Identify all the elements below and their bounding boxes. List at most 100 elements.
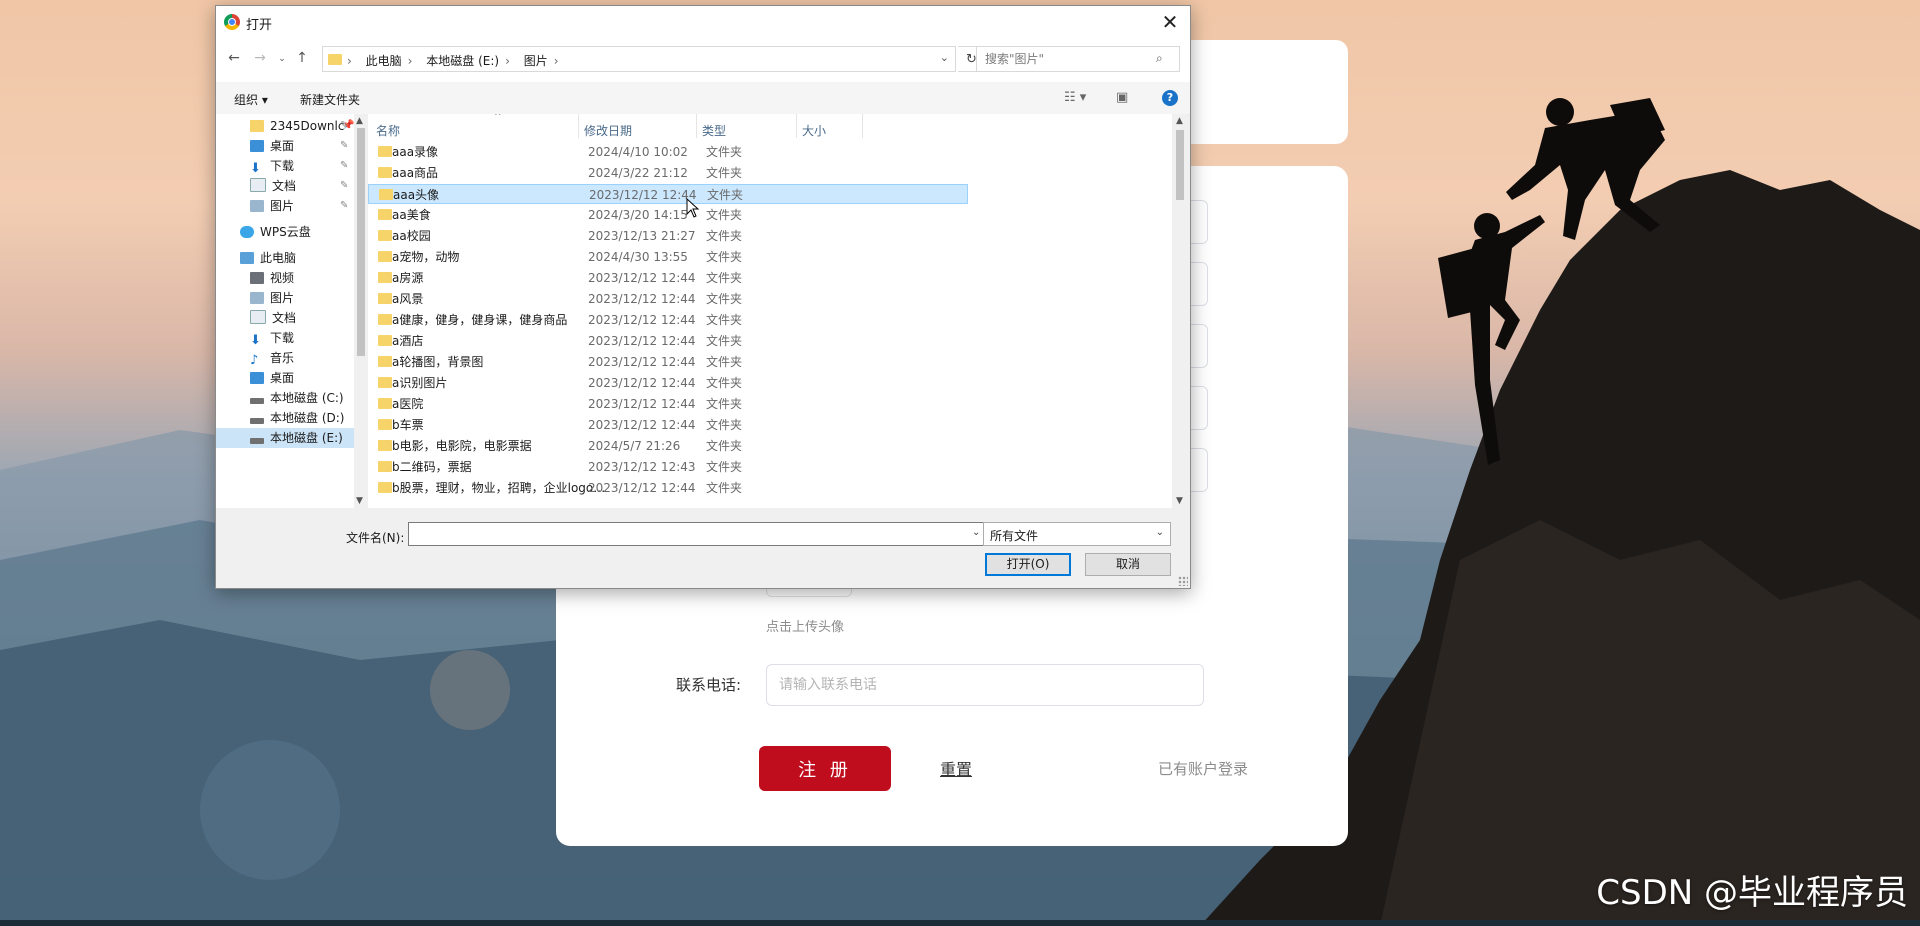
nav-item[interactable]: 图片 bbox=[250, 288, 294, 308]
nav-item[interactable]: 本地磁盘 (C:) bbox=[250, 388, 344, 408]
column-header-type[interactable]: 类型 bbox=[702, 122, 726, 139]
file-row[interactable]: aaa商品 2024/3/22 21:12 文件夹 bbox=[368, 163, 968, 183]
column-divider[interactable] bbox=[578, 114, 579, 138]
login-link[interactable]: 已有账户登录 bbox=[1158, 758, 1248, 779]
nav-item-label: 图片 bbox=[270, 199, 295, 213]
breadcrumb-item[interactable]: 本地磁盘 (E:) bbox=[426, 54, 499, 68]
nav-item-label: 此电脑 bbox=[260, 251, 297, 265]
scroll-down-icon[interactable]: ▼ bbox=[1176, 496, 1183, 506]
file-row[interactable]: a医院 2023/12/12 12:44 文件夹 bbox=[368, 394, 968, 414]
cancel-button[interactable]: 取消 bbox=[1085, 553, 1171, 576]
chevron-down-icon[interactable]: ⌄ bbox=[972, 527, 980, 538]
register-button[interactable]: 注 册 bbox=[759, 746, 891, 791]
file-name: aaa头像 bbox=[393, 188, 440, 202]
file-type: 文件夹 bbox=[706, 166, 743, 180]
file-row[interactable]: aaa录像 2024/4/10 10:02 文件夹 bbox=[368, 142, 968, 162]
search-input[interactable] bbox=[976, 46, 1180, 72]
file-row[interactable]: a宠物，动物 2024/4/30 13:55 文件夹 bbox=[368, 247, 968, 267]
nav-item[interactable]: 本地磁盘 (E:) bbox=[216, 428, 354, 448]
scrollbar-thumb[interactable] bbox=[1176, 130, 1184, 200]
nav-item[interactable]: ⬇ 下载 bbox=[250, 328, 294, 348]
file-row[interactable]: b股票，理财，物业，招聘，企业logo，... 2023/12/12 12:44 文… bbox=[368, 478, 968, 498]
filename-input[interactable] bbox=[408, 522, 986, 546]
nav-item[interactable]: ⬇ 下载 bbox=[250, 156, 294, 176]
chevron-down-icon[interactable]: ⌄ bbox=[940, 51, 949, 64]
up-icon[interactable]: ↑ bbox=[292, 50, 312, 66]
scroll-up-icon[interactable]: ▲ bbox=[1176, 116, 1183, 126]
new-folder-button[interactable]: 新建文件夹 bbox=[300, 91, 360, 108]
folder-icon bbox=[378, 356, 392, 367]
column-header-date[interactable]: 修改日期 bbox=[584, 122, 632, 139]
nav-item-label: 本地磁盘 (E:) bbox=[270, 431, 343, 445]
open-button[interactable]: 打开(O) bbox=[985, 553, 1071, 576]
column-header-size[interactable]: 大小 bbox=[802, 122, 826, 139]
column-header-name[interactable]: 名称 bbox=[376, 122, 400, 139]
pin-icon: ✎ bbox=[340, 180, 349, 191]
file-row[interactable]: aaa头像 2023/12/12 12:44 文件夹 bbox=[368, 184, 968, 204]
nav-item[interactable]: 图片 bbox=[250, 196, 294, 216]
file-type-select[interactable]: 所有文件 ⌄ bbox=[983, 522, 1171, 546]
nav-item[interactable]: 文档 bbox=[250, 308, 296, 328]
nav-item[interactable]: 文档 bbox=[250, 176, 296, 196]
recent-locations-icon[interactable]: ⌄ bbox=[272, 54, 292, 64]
nav-item[interactable]: 桌面 bbox=[250, 368, 294, 388]
folder-icon bbox=[378, 419, 392, 430]
organize-menu[interactable]: 组织 ▾ bbox=[234, 91, 268, 108]
nav-item-label: 下载 bbox=[270, 159, 295, 173]
breadcrumb-item[interactable]: 此电脑 bbox=[366, 54, 402, 68]
download-icon: ⬇ bbox=[250, 161, 261, 176]
folder-icon bbox=[379, 189, 393, 200]
file-row[interactable]: a风景 2023/12/12 12:44 文件夹 bbox=[368, 289, 968, 309]
nav-item[interactable]: WPS云盘 bbox=[240, 222, 311, 242]
dialog-footer: 文件名(N): ⌄ 所有文件 ⌄ 打开(O) 取消 bbox=[216, 508, 1190, 588]
nav-item[interactable]: 桌面 bbox=[250, 136, 294, 156]
file-date: 2023/12/12 12:43 bbox=[588, 460, 696, 474]
address-bar[interactable]: › 此电脑 › 本地磁盘 (E:) › 图片 › ⌄ bbox=[322, 46, 956, 72]
resize-grip-icon[interactable] bbox=[1178, 576, 1188, 586]
file-list-scrollbar[interactable]: ▲ ▼ bbox=[1172, 114, 1188, 508]
preview-pane-icon[interactable]: ▣ bbox=[1116, 90, 1128, 105]
scroll-down-icon[interactable]: ▼ bbox=[356, 496, 363, 506]
nav-item-label: 视频 bbox=[270, 271, 295, 285]
breadcrumb-item[interactable]: 图片 bbox=[524, 54, 548, 68]
file-row[interactable]: b电影，电影院，电影票据 2024/5/7 21:26 文件夹 bbox=[368, 436, 968, 456]
nav-scrollbar[interactable]: ▲ ▼ bbox=[354, 114, 368, 508]
file-row[interactable]: a健康，健身，健身课，健身商品 2023/12/12 12:44 文件夹 bbox=[368, 310, 968, 330]
forward-icon[interactable]: → bbox=[250, 50, 270, 66]
nav-item[interactable]: 此电脑 bbox=[240, 248, 296, 268]
nav-item[interactable]: 本地磁盘 (D:) bbox=[250, 408, 344, 428]
column-divider[interactable] bbox=[862, 114, 863, 138]
watermark: CSDN @毕业程序员 bbox=[1596, 873, 1908, 913]
scrollbar-thumb[interactable] bbox=[357, 128, 365, 356]
cloud-icon bbox=[240, 226, 254, 238]
file-row[interactable]: aa校园 2023/12/13 21:27 文件夹 bbox=[368, 226, 968, 246]
file-row[interactable]: b车票 2023/12/12 12:44 文件夹 bbox=[368, 415, 968, 435]
close-button[interactable]: ✕ bbox=[1150, 6, 1190, 38]
column-divider[interactable] bbox=[796, 114, 797, 138]
upload-avatar-hint[interactable]: 点击上传头像 bbox=[766, 616, 844, 635]
picture-icon bbox=[250, 292, 264, 304]
file-date: 2023/12/12 12:44 bbox=[588, 292, 696, 306]
scroll-up-icon[interactable]: ▲ bbox=[356, 116, 363, 126]
reset-link[interactable]: 重置 bbox=[940, 756, 972, 780]
help-icon[interactable]: ? bbox=[1162, 90, 1178, 106]
file-row[interactable]: a轮播图，背景图 2023/12/12 12:44 文件夹 bbox=[368, 352, 968, 372]
music-icon: ♪ bbox=[250, 353, 259, 368]
file-row[interactable]: a识别图片 2023/12/12 12:44 文件夹 bbox=[368, 373, 968, 393]
file-date: 2024/4/10 10:02 bbox=[588, 145, 688, 159]
column-divider[interactable] bbox=[696, 114, 697, 138]
search-icon[interactable]: ⌕ bbox=[1156, 51, 1163, 66]
view-options-icon[interactable]: ☷ ▾ bbox=[1064, 90, 1086, 105]
file-row[interactable]: a房源 2023/12/12 12:44 文件夹 bbox=[368, 268, 968, 288]
file-row[interactable]: aa美食 2024/3/20 14:15 文件夹 bbox=[368, 205, 968, 225]
document-icon bbox=[250, 310, 266, 324]
nav-item[interactable]: ♪ 音乐 bbox=[250, 348, 294, 368]
nav-item[interactable]: 2345Downlc 📌 bbox=[250, 116, 354, 136]
phone-input[interactable] bbox=[766, 664, 1204, 706]
file-row[interactable]: b二维码，票据 2023/12/12 12:43 文件夹 bbox=[368, 457, 968, 477]
back-icon[interactable]: ← bbox=[224, 50, 244, 66]
file-row[interactable]: a酒店 2023/12/12 12:44 文件夹 bbox=[368, 331, 968, 351]
dialog-toolbar: 组织 ▾ 新建文件夹 ☷ ▾ ▣ ? bbox=[216, 82, 1190, 115]
nav-item[interactable]: 视频 bbox=[250, 268, 294, 288]
dialog-titlebar[interactable]: 打开 ✕ bbox=[216, 6, 1190, 38]
